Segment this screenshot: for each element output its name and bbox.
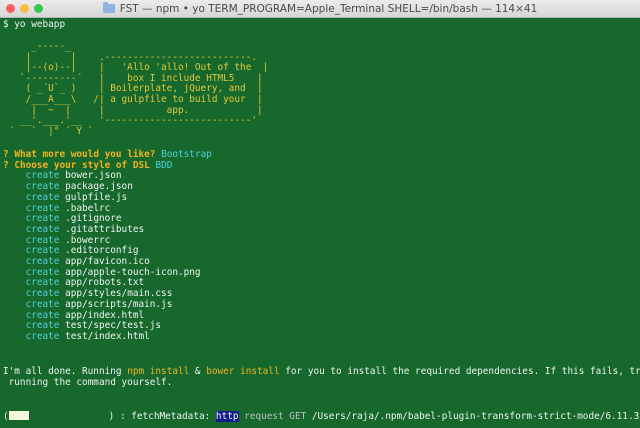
terminal-output[interactable]: $ yo webapp _-----_ | | .---------------…	[0, 18, 640, 428]
title-bar: FST — npm • yo TERM_PROGRAM=Apple_Termin…	[0, 0, 640, 18]
created-file-path: .editorconfig	[65, 245, 139, 257]
create-label: create	[25, 330, 60, 342]
create-label: create	[25, 320, 60, 332]
done-text-tail: for you to install the required dependen…	[279, 366, 640, 377]
created-file-path: package.json	[65, 181, 133, 193]
npm-install-cmd: npm install	[127, 366, 190, 377]
question-answer: BDD	[155, 159, 173, 171]
create-label: create	[25, 191, 60, 203]
minimize-button[interactable]	[20, 4, 29, 13]
created-file-path: bower.json	[65, 170, 122, 182]
create-label: create	[25, 202, 60, 214]
create-label: create	[25, 181, 60, 193]
question-mark: ?	[3, 149, 9, 160]
created-file-path: app/apple-touch-icon.png	[65, 266, 201, 278]
created-file-path: app/scripts/main.js	[65, 298, 173, 310]
progress-fill	[8, 411, 29, 420]
npm-status-line: () : fetchMetadata: http request GET /Us…	[3, 411, 640, 423]
created-file-path: .babelrc	[65, 202, 111, 214]
create-label: create	[25, 223, 60, 235]
terminal-window: FST — npm • yo TERM_PROGRAM=Apple_Termin…	[0, 0, 640, 428]
created-file-row: create test/index.html	[3, 330, 150, 343]
folder-icon	[102, 2, 115, 13]
http-badge: http	[215, 411, 239, 422]
create-label: create	[25, 288, 60, 300]
prompt-line: $ yo webapp	[3, 19, 66, 30]
done-message-line-2: running the command yourself.	[3, 376, 173, 388]
question-answer: Bootstrap	[161, 149, 212, 160]
status-action: : fetchMetadata:	[114, 411, 216, 422]
question-text: What more would you like?	[14, 149, 156, 160]
request-method: request GET	[238, 411, 312, 422]
request-path: /Users/raja/.npm/babel-plugin-transform-…	[311, 411, 640, 422]
bower-install-cmd: bower install	[206, 366, 280, 377]
ascii-art-line: ´ ` |° ´ Y `	[3, 125, 94, 137]
created-file-path: app/styles/main.css	[65, 288, 173, 300]
create-label: create	[25, 245, 60, 257]
amp-text: &	[189, 366, 207, 377]
create-label: create	[25, 213, 60, 225]
created-file-path: app/favicon.ico	[65, 256, 150, 267]
zoom-button[interactable]	[34, 4, 43, 13]
window-title: FST — npm • yo TERM_PROGRAM=Apple_Termin…	[119, 2, 538, 15]
close-button[interactable]	[6, 4, 15, 13]
created-file-path: .gitignore	[65, 213, 122, 225]
create-label: create	[25, 309, 60, 321]
question-mark: ?	[3, 159, 9, 171]
created-file-path: gulpfile.js	[65, 191, 128, 203]
create-label: create	[25, 277, 60, 289]
created-file-path: .gitattributes	[65, 223, 145, 235]
create-label: create	[25, 234, 60, 246]
created-file-path: .bowerrc	[65, 234, 111, 246]
create-label: create	[25, 170, 60, 182]
create-label: create	[25, 298, 60, 310]
created-file-path: test/spec/test.js	[65, 320, 162, 332]
question-text: Choose your style of DSL	[14, 159, 150, 171]
window-controls	[6, 4, 43, 13]
created-file-path: app/index.html	[65, 309, 145, 321]
create-label: create	[25, 256, 60, 267]
created-file-path: app/robots.txt	[65, 277, 145, 289]
create-label: create	[25, 266, 60, 278]
created-file-path: test/index.html	[65, 330, 150, 342]
done-text: I'm all done. Running	[3, 366, 128, 377]
